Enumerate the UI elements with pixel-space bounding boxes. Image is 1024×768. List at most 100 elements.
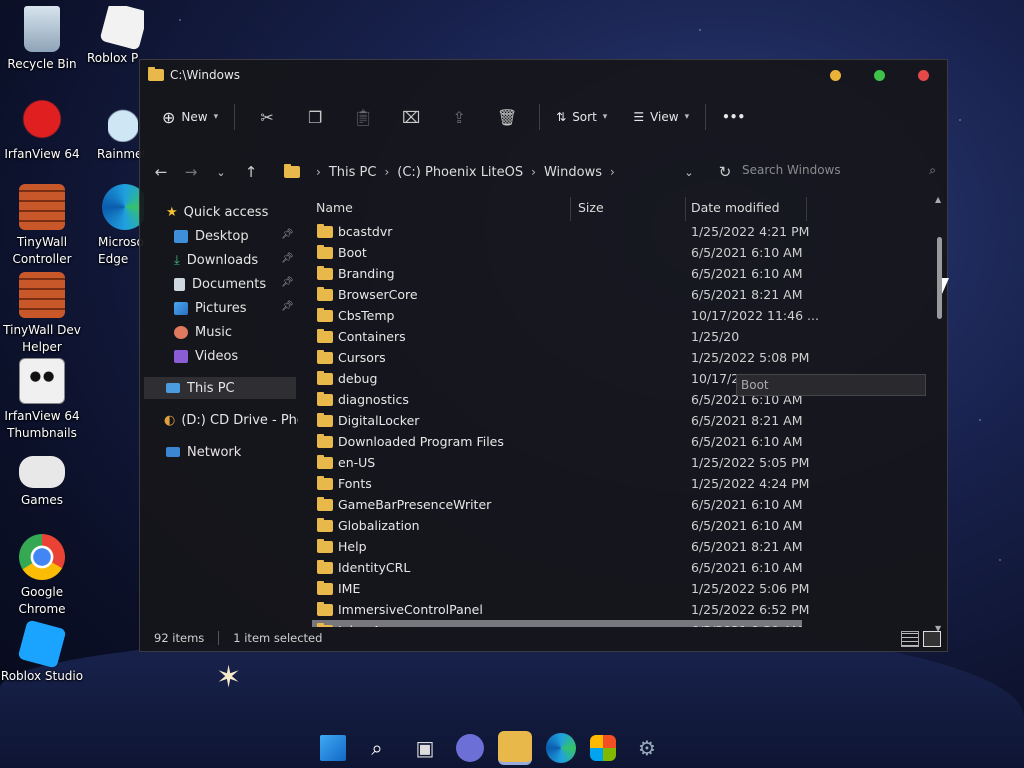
pin-icon[interactable]: 📌︎ — [281, 301, 294, 312]
file-date-modified: 1/25/2022 4:21 PM — [691, 224, 810, 239]
table-row[interactable]: GameBarPresenceWriter 6/5/2021 6:10 AM — [312, 494, 803, 515]
maximize-button[interactable] — [874, 69, 885, 81]
settings-icon[interactable]: ⚙ — [630, 731, 664, 765]
close-button[interactable] — [918, 69, 929, 81]
file-name: diagnostics — [338, 392, 409, 407]
pin-icon[interactable]: 📌︎ — [281, 229, 294, 240]
edge-icon[interactable] — [546, 733, 576, 763]
nav-quick-access[interactable]: ★ Quick access — [166, 201, 268, 223]
nav-cd-drive[interactable]: ◐ (D:) CD Drive - Phoe — [164, 409, 298, 431]
table-row[interactable]: InboxApps 6/5/2021 8:30 AM — [312, 620, 803, 627]
column-header-name[interactable]: Name — [316, 200, 353, 215]
column-divider[interactable] — [806, 197, 807, 221]
breadcrumb-c-drive[interactable]: (C:) Phoenix LiteOS — [397, 165, 523, 180]
search-input[interactable]: Search Windows ⌕ — [730, 157, 940, 183]
column-divider[interactable] — [685, 197, 686, 221]
table-row[interactable]: ImmersiveControlPanel 1/25/2022 6:52 PM — [312, 599, 809, 620]
nav-pictures[interactable]: Pictures — [174, 297, 246, 319]
up-arrow-icon[interactable]: ↑ — [236, 163, 266, 181]
desktop-icon-chrome[interactable]: Google Chrome — [0, 534, 84, 618]
file-date-modified: 6/5/2021 6:10 AM — [691, 434, 803, 449]
table-row[interactable]: Containers 1/25/20 — [312, 326, 802, 347]
folder-icon — [317, 559, 333, 574]
desktop-icon-roblox-studio[interactable]: Roblox Studio — [0, 619, 84, 685]
share-icon[interactable]: ⇪ — [435, 108, 483, 127]
minimize-button[interactable] — [830, 69, 841, 81]
sort-button[interactable]: ⇅ Sort ▾ — [548, 104, 615, 130]
table-row[interactable]: Branding 6/5/2021 6:10 AM — [312, 263, 803, 284]
details-view-icon[interactable] — [901, 631, 919, 647]
rainmeter-icon — [108, 96, 138, 142]
irfanview-thumbnails-icon — [19, 358, 65, 404]
file-explorer-icon[interactable] — [498, 731, 532, 765]
nav-this-pc[interactable]: This PC — [144, 377, 296, 399]
table-row[interactable]: BrowserCore 6/5/2021 8:21 AM — [312, 284, 803, 305]
more-options-button[interactable]: ••• — [714, 104, 753, 130]
table-row[interactable]: Globalization 6/5/2021 6:10 AM — [312, 515, 803, 536]
nav-music[interactable]: Music — [174, 321, 232, 343]
recent-locations-chevron-icon[interactable]: ⌄ — [206, 166, 236, 179]
table-row[interactable]: CbsTemp 10/17/2022 11:46 ... — [312, 305, 819, 326]
breadcrumb-windows[interactable]: Windows — [544, 165, 602, 180]
table-row[interactable]: Cursors 1/25/2022 5:08 PM — [312, 347, 809, 368]
table-row[interactable]: diagnostics 6/5/2021 6:10 AM — [312, 389, 803, 410]
table-row[interactable]: en-US 1/25/2022 5:05 PM — [312, 452, 809, 473]
nav-network[interactable]: Network — [166, 441, 241, 463]
column-header-size[interactable]: Size — [578, 200, 604, 215]
search-icon[interactable]: ⌕ — [360, 731, 394, 765]
teams-chat-icon[interactable] — [456, 734, 484, 762]
pin-icon[interactable]: 📌︎ — [281, 253, 294, 264]
sort-icon: ⇅ — [556, 110, 567, 124]
new-button[interactable]: ⊕ New ▾ — [154, 102, 226, 133]
scroll-up-icon[interactable]: ▲ — [935, 195, 941, 204]
copy-icon[interactable]: ❐ — [291, 108, 339, 127]
nav-documents[interactable]: Documents — [174, 273, 266, 295]
cut-icon[interactable]: ✂ — [243, 108, 291, 127]
table-row[interactable]: Boot 6/5/2021 6:10 AM — [312, 242, 803, 263]
table-row[interactable]: Downloaded Program Files 6/5/2021 6:10 AM — [312, 431, 803, 452]
desktop-icon-recycle-bin[interactable]: Recycle Bin — [0, 6, 84, 73]
column-header-date[interactable]: Date modified — [691, 200, 780, 215]
table-row[interactable]: bcastdvr 1/25/2022 4:21 PM — [312, 221, 809, 242]
nav-label: This PC — [187, 380, 235, 396]
store-icon[interactable] — [590, 735, 616, 761]
rename-icon[interactable]: ⌧ — [387, 108, 435, 127]
delete-icon[interactable]: 🗑︎ — [483, 108, 531, 127]
table-row[interactable]: Fonts 1/25/2022 4:24 PM — [312, 473, 809, 494]
nav-label: Quick access — [183, 204, 269, 220]
desktop-icon-irfanview-thumbnails[interactable]: IrfanView 64 Thumbnails — [0, 358, 84, 442]
table-row[interactable]: IME 1/25/2022 5:06 PM — [312, 578, 809, 599]
large-icons-view-icon[interactable] — [923, 631, 941, 647]
column-divider[interactable] — [570, 197, 571, 221]
table-row[interactable]: IdentityCRL 6/5/2021 6:10 AM — [312, 557, 803, 578]
nav-label: Videos — [195, 348, 239, 364]
table-row[interactable]: Help 6/5/2021 8:21 AM — [312, 536, 803, 557]
nav-desktop[interactable]: Desktop — [174, 225, 249, 247]
table-row[interactable]: DigitalLocker 6/5/2021 8:21 AM — [312, 410, 803, 431]
desktop-icon-rainmeter[interactable]: Rainmete — [92, 96, 144, 163]
breadcrumb[interactable]: › This PC › (C:) Phoenix LiteOS › Window… — [284, 164, 674, 180]
view-button[interactable]: ☰ View ▾ — [625, 104, 697, 130]
desktop-icon-tinywall[interactable]: TinyWall Controller — [0, 184, 84, 268]
nav-downloads[interactable]: ⤓ Downloads — [174, 249, 258, 271]
pin-icon[interactable]: 📌︎ — [281, 277, 294, 288]
back-arrow-icon[interactable]: ← — [146, 163, 176, 181]
folder-icon — [317, 349, 333, 364]
desktop-icon-edge[interactable]: Microsoft Edge — [92, 184, 144, 268]
desktop-icon-roblox[interactable]: Roblox P — [84, 6, 144, 67]
address-history-chevron-icon[interactable]: ⌄ — [674, 166, 704, 179]
desktop-icon-irfanview[interactable]: IrfanView 64 — [0, 96, 84, 163]
nav-videos[interactable]: Videos — [174, 345, 238, 367]
desktop-icon-tinywall-dev[interactable]: TinyWall Dev Helper — [0, 272, 84, 356]
title-bar[interactable]: C:\Windows — [140, 60, 947, 90]
file-date-modified: 6/5/2021 8:21 AM — [691, 287, 803, 302]
paste-icon[interactable]: 📋︎ — [339, 108, 387, 127]
forward-arrow-icon[interactable]: → — [176, 163, 206, 181]
desktop-icon-games[interactable]: Games — [0, 448, 84, 509]
table-row[interactable]: debug10/17/2022 11:19 ... — [312, 368, 819, 389]
vertical-scrollbar[interactable]: ▲ ▼ — [935, 195, 945, 633]
breadcrumb-this-pc[interactable]: This PC — [329, 165, 377, 180]
start-icon[interactable] — [320, 735, 346, 761]
task-view-icon[interactable]: ▣ — [408, 731, 442, 765]
file-name: ImmersiveControlPanel — [338, 602, 483, 617]
